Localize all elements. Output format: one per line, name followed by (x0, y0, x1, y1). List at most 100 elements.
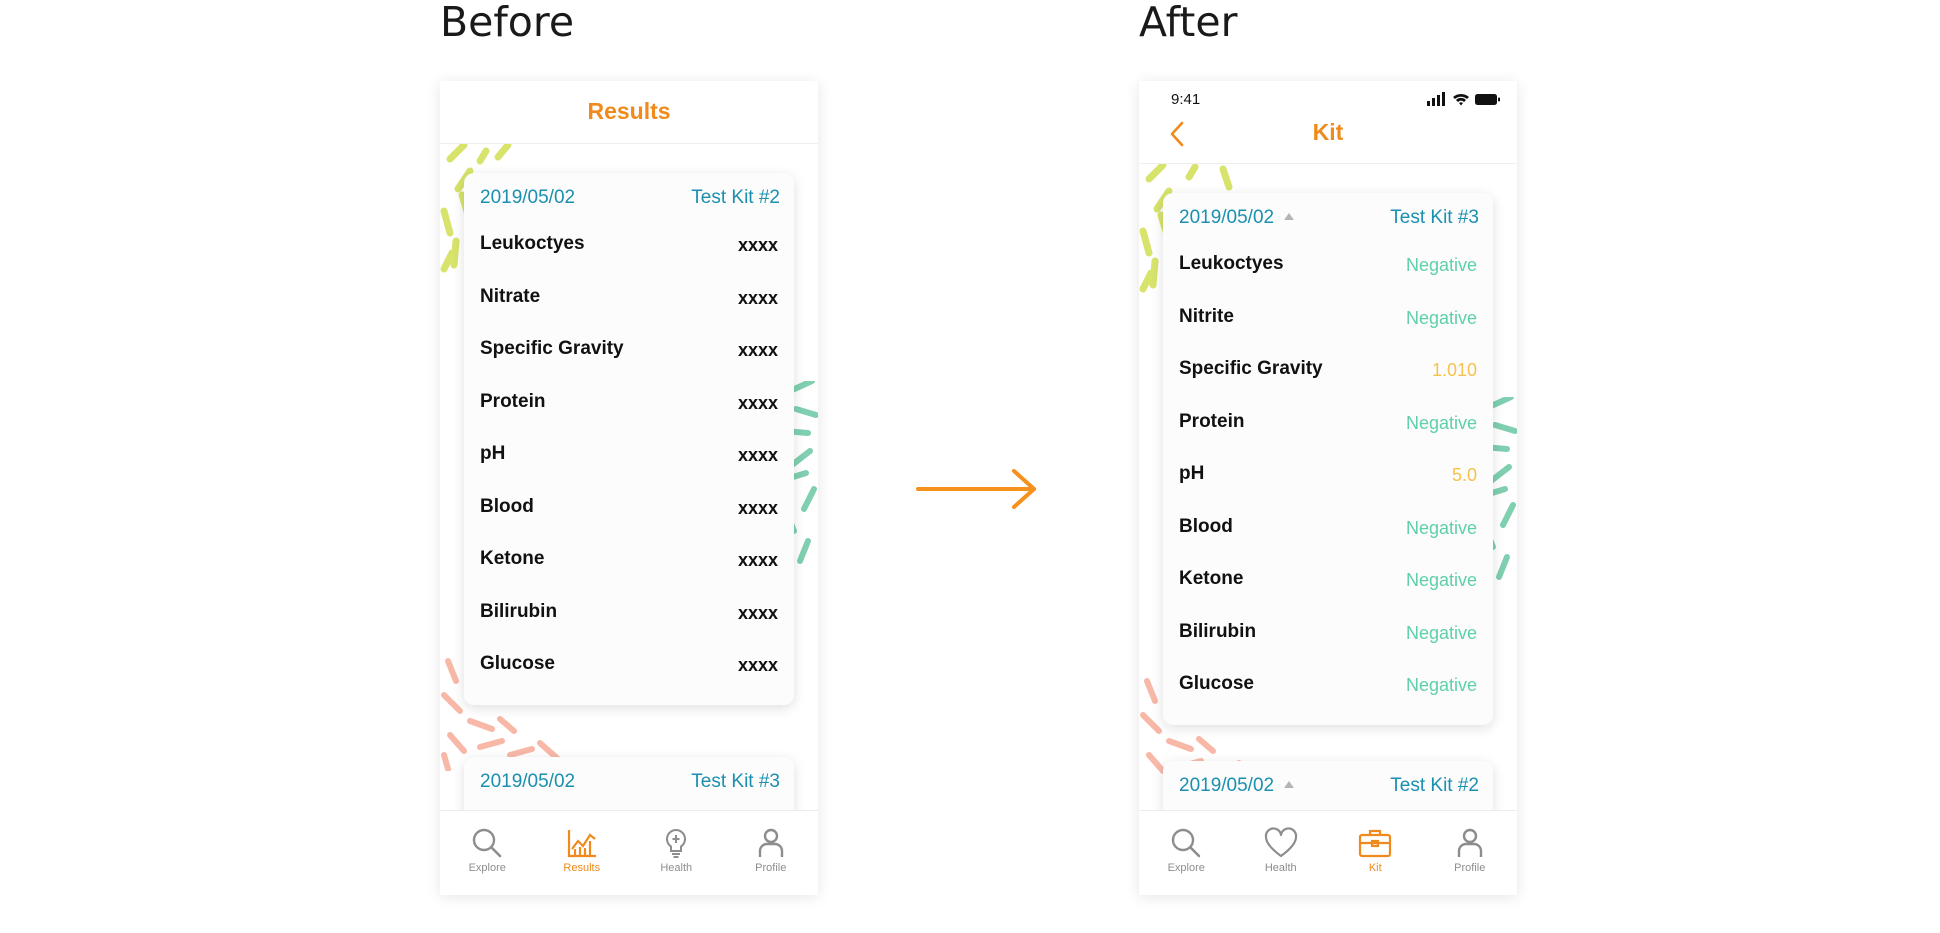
result-value: xxxx (737, 602, 778, 623)
tab-kit[interactable]: Kit (1335, 811, 1415, 874)
page-title: Results (587, 98, 671, 124)
card-date: 2019/05/02 (1179, 775, 1295, 797)
result-name: Specific Gravity (1179, 358, 1323, 379)
search-icon (473, 828, 502, 858)
result-name: Ketone (1179, 568, 1244, 589)
result-name: pH (1179, 463, 1205, 484)
tab-bar: Explore Results Health Profile (440, 810, 818, 895)
result-row: Glucose Negative (1163, 663, 1493, 725)
tab-label: Health (660, 862, 693, 874)
tab-label: Explore (1167, 862, 1205, 874)
tab-profile[interactable]: Profile (1430, 811, 1510, 874)
status-time: 9:41 (1171, 91, 1201, 108)
result-row: Specific Gravity 1.010 (1163, 348, 1493, 401)
result-name: Bilirubin (1179, 620, 1257, 642)
transition-arrow-icon (916, 469, 1036, 509)
result-value: xxxx (737, 445, 778, 465)
result-value: Negative (1405, 412, 1477, 433)
result-name: Leukoctyes (1179, 253, 1284, 274)
test-kit-card[interactable]: 2019/05/02 Test Kit #3 Leukoctyes Negativ… (1163, 193, 1493, 725)
result-row: Specific Gravity xxxx (464, 328, 794, 381)
chart-icon (567, 830, 596, 858)
after-heading: After (1139, 0, 1238, 46)
tab-label: Explore (468, 862, 506, 874)
card-kit-name: Test Kit #2 (691, 187, 780, 208)
search-icon (1172, 828, 1201, 858)
result-value: xxxx (737, 235, 778, 255)
tab-label: Profile (1454, 862, 1486, 874)
result-value: Negative (1405, 517, 1477, 538)
result-name: Glucose (1179, 673, 1254, 694)
collapse-caret-icon[interactable] (1284, 781, 1295, 788)
tab-label: Results (563, 862, 601, 874)
result-value: xxxx (737, 340, 778, 360)
before-phone-screen: Results 2019/05/02 Test Kit #2 Leukoctye… (440, 81, 818, 895)
test-kit-card[interactable]: 2019/05/02 Test Kit #2 Leukoctyes xxxx Ni… (464, 173, 794, 705)
result-name: Glucose (480, 653, 555, 674)
result-row: Nitrite Negative (1163, 296, 1493, 349)
result-row: Glucose xxxx (464, 643, 794, 705)
result-row: Nitrate xxxx (464, 276, 794, 329)
result-value: xxxx (737, 655, 778, 675)
status-indicators-icon (1427, 92, 1500, 106)
card-date: 2019/05/02 (480, 771, 576, 792)
result-name: Bilirubin (480, 600, 558, 622)
result-name: Leukoctyes (480, 233, 585, 254)
card-kit-name: Test Kit #3 (691, 771, 780, 792)
collapse-caret-icon[interactable] (1284, 213, 1295, 220)
card-date: 2019/05/02 (480, 187, 576, 208)
result-name: Protein (1179, 410, 1245, 432)
person-icon (1457, 828, 1482, 857)
result-row: Protein xxxx (464, 381, 794, 434)
result-row: Leukoctyes xxxx (464, 223, 794, 276)
tab-label: Kit (1368, 862, 1382, 874)
page-title: Kit (1312, 119, 1344, 145)
heart-icon (1264, 827, 1297, 858)
result-value: xxxx (737, 497, 778, 518)
tab-results[interactable]: Results (542, 811, 622, 874)
tab-explore[interactable]: Explore (1146, 811, 1226, 874)
result-name: pH (480, 443, 506, 464)
result-value: xxxx (737, 287, 778, 308)
card-kit-name: Test Kit #3 (1390, 207, 1479, 228)
result-row: Ketone Negative (1163, 558, 1493, 611)
result-value: xxxx (737, 392, 778, 413)
nav-header: 9:41 Kit (1139, 81, 1517, 164)
result-name: Protein (480, 390, 546, 412)
result-row: pH xxxx (464, 433, 794, 486)
result-name: Blood (480, 495, 534, 517)
after-phone-screen: 9:41 Kit 2019/05/02 Test Kit #3 Leukocty… (1139, 81, 1517, 895)
tab-health[interactable]: Health (636, 811, 716, 874)
before-heading: Before (440, 0, 575, 46)
person-icon (758, 828, 783, 857)
result-value: Negative (1405, 622, 1477, 643)
result-name: Ketone (480, 548, 545, 569)
result-name: Nitrite (1179, 305, 1234, 327)
card-kit-name: Test Kit #2 (1390, 775, 1479, 796)
tab-label: Profile (755, 862, 787, 874)
result-value: Negative (1405, 255, 1477, 275)
result-value: xxxx (737, 550, 778, 570)
result-name: Nitrate (480, 285, 541, 307)
result-row: Protein Negative (1163, 401, 1493, 454)
result-value: Negative (1405, 307, 1477, 328)
result-value: 1.010 (1431, 360, 1477, 380)
card-date: 2019/05/02 (1179, 207, 1295, 229)
tab-explore[interactable]: Explore (447, 811, 527, 874)
tab-profile[interactable]: Profile (731, 811, 811, 874)
tab-label: Health (1264, 862, 1297, 874)
tab-health[interactable]: Health (1241, 811, 1321, 874)
result-row: Bilirubin xxxx (464, 591, 794, 644)
result-value: Negative (1405, 675, 1477, 695)
result-name: Specific Gravity (480, 338, 624, 359)
result-row: Ketone xxxx (464, 538, 794, 591)
result-row: Leukoctyes Negative (1163, 243, 1493, 296)
briefcase-icon (1359, 829, 1392, 858)
tab-bar: Explore Health Kit Profile (1139, 810, 1517, 895)
result-name: Blood (1179, 515, 1233, 537)
result-row: Blood xxxx (464, 486, 794, 539)
result-row: Blood Negative (1163, 506, 1493, 559)
result-value: 5.0 (1451, 465, 1477, 485)
nav-header: Results (440, 81, 818, 144)
result-row: pH 5.0 (1163, 453, 1493, 506)
